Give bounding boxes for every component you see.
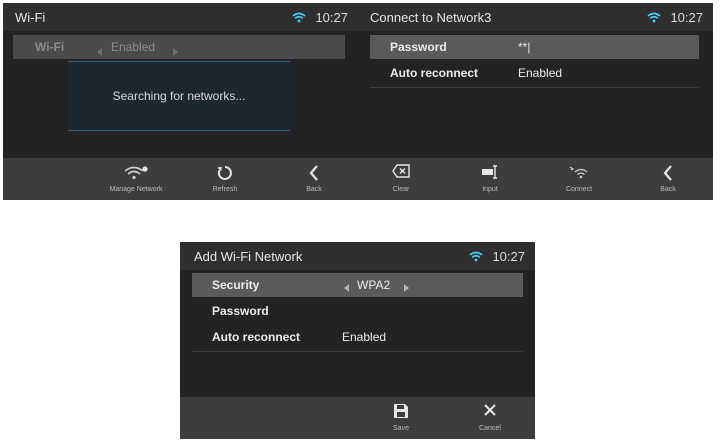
clear-button[interactable]: Clear [366,158,436,200]
wifi-signal-icon [469,250,483,265]
auto-reconnect-row[interactable]: Auto reconnect Enabled [192,325,523,349]
toolbar-label: Back [660,186,676,193]
back-chevron-icon [279,164,349,182]
connect-icon [544,164,614,182]
status-bar: Connect to Network3 10:27 [358,3,713,31]
screen-title: Wi-Fi [15,10,46,25]
row-label: Password [212,304,269,318]
cancel-button[interactable]: Cancel [455,397,525,439]
toolbar-label: Clear [392,186,410,193]
divider [370,87,699,88]
input-button[interactable]: Input [455,158,525,200]
divider [192,351,523,352]
content-area: Security WPA2 Password Auto reconnect En… [180,270,535,397]
status-bar: Wi-Fi 10:27 [3,3,358,31]
save-icon [366,403,436,421]
wifi-screen: Wi-Fi 10:27 Wi-Fi Enabled Searching for … [3,3,358,200]
arrow-right-icon[interactable] [173,43,178,61]
security-row[interactable]: Security WPA2 [192,273,523,297]
clear-icon [366,164,436,182]
toolbar-label: Manage Network [109,186,163,193]
cancel-icon [455,403,525,421]
password-row[interactable]: Password **| [370,35,699,59]
wifi-toggle-row[interactable]: Wi-Fi Enabled [13,35,345,59]
connect-network-screen: Connect to Network3 10:27 Password **| A… [358,3,713,200]
screen-title: Connect to Network3 [370,10,492,25]
back-button[interactable]: Back [279,158,349,200]
toolbar-label: Refresh [212,186,238,193]
refresh-button[interactable]: Refresh [190,158,260,200]
searching-dialog: Searching for networks... [68,61,290,131]
wifi-settings-icon [101,164,171,182]
manage-network-button[interactable]: Manage Network [101,158,171,200]
toolbar-label: Connect [565,186,593,193]
toolbar-label: Back [306,186,322,193]
security-value: WPA2 [357,278,391,292]
toolbar-label: Cancel [479,425,501,432]
auto-reconnect-row[interactable]: Auto reconnect Enabled [370,61,699,85]
input-icon [455,164,525,182]
content-area: Wi-Fi Enabled Searching for networks... [3,31,358,158]
row-value: Enabled [518,66,563,80]
toolbar: Manage Network Refresh Back [3,158,358,200]
toolbar-label: Input [482,186,498,193]
refresh-icon [190,164,260,182]
toolbar-label: Save [393,425,409,432]
row-label: Security [212,278,260,292]
clock: 10:27 [492,249,525,264]
toolbar: Clear Input Connect Back [358,158,713,200]
row-label: Password [390,40,447,54]
dialog-message: Searching for networks... [112,89,246,103]
screen-title: Add Wi-Fi Network [194,249,303,264]
wifi-row-label: Wi-Fi [35,40,65,54]
row-label: Auto reconnect [212,330,301,344]
wifi-signal-icon [647,11,661,26]
row-value: Enabled [342,330,387,344]
toolbar: Save Cancel [180,397,535,439]
wifi-signal-icon [292,11,306,26]
add-wifi-network-screen: Add Wi-Fi Network 10:27 Security WPA2 Pa… [180,242,535,439]
clock: 10:27 [315,10,348,25]
back-chevron-icon [633,164,703,182]
status-bar: Add Wi-Fi Network 10:27 [180,242,535,270]
wifi-row-value: Enabled [111,40,156,54]
content-area: Password **| Auto reconnect Enabled [358,31,713,158]
clock: 10:27 [670,10,703,25]
arrow-left-icon[interactable] [97,43,102,61]
password-field[interactable]: **| [518,40,530,54]
arrow-right-icon[interactable] [404,281,409,295]
row-label: Auto reconnect [390,66,479,80]
arrow-left-icon[interactable] [344,281,349,295]
connect-button[interactable]: Connect [544,158,614,200]
password-row[interactable]: Password [192,299,523,323]
back-button[interactable]: Back [633,158,703,200]
save-button[interactable]: Save [366,397,436,439]
